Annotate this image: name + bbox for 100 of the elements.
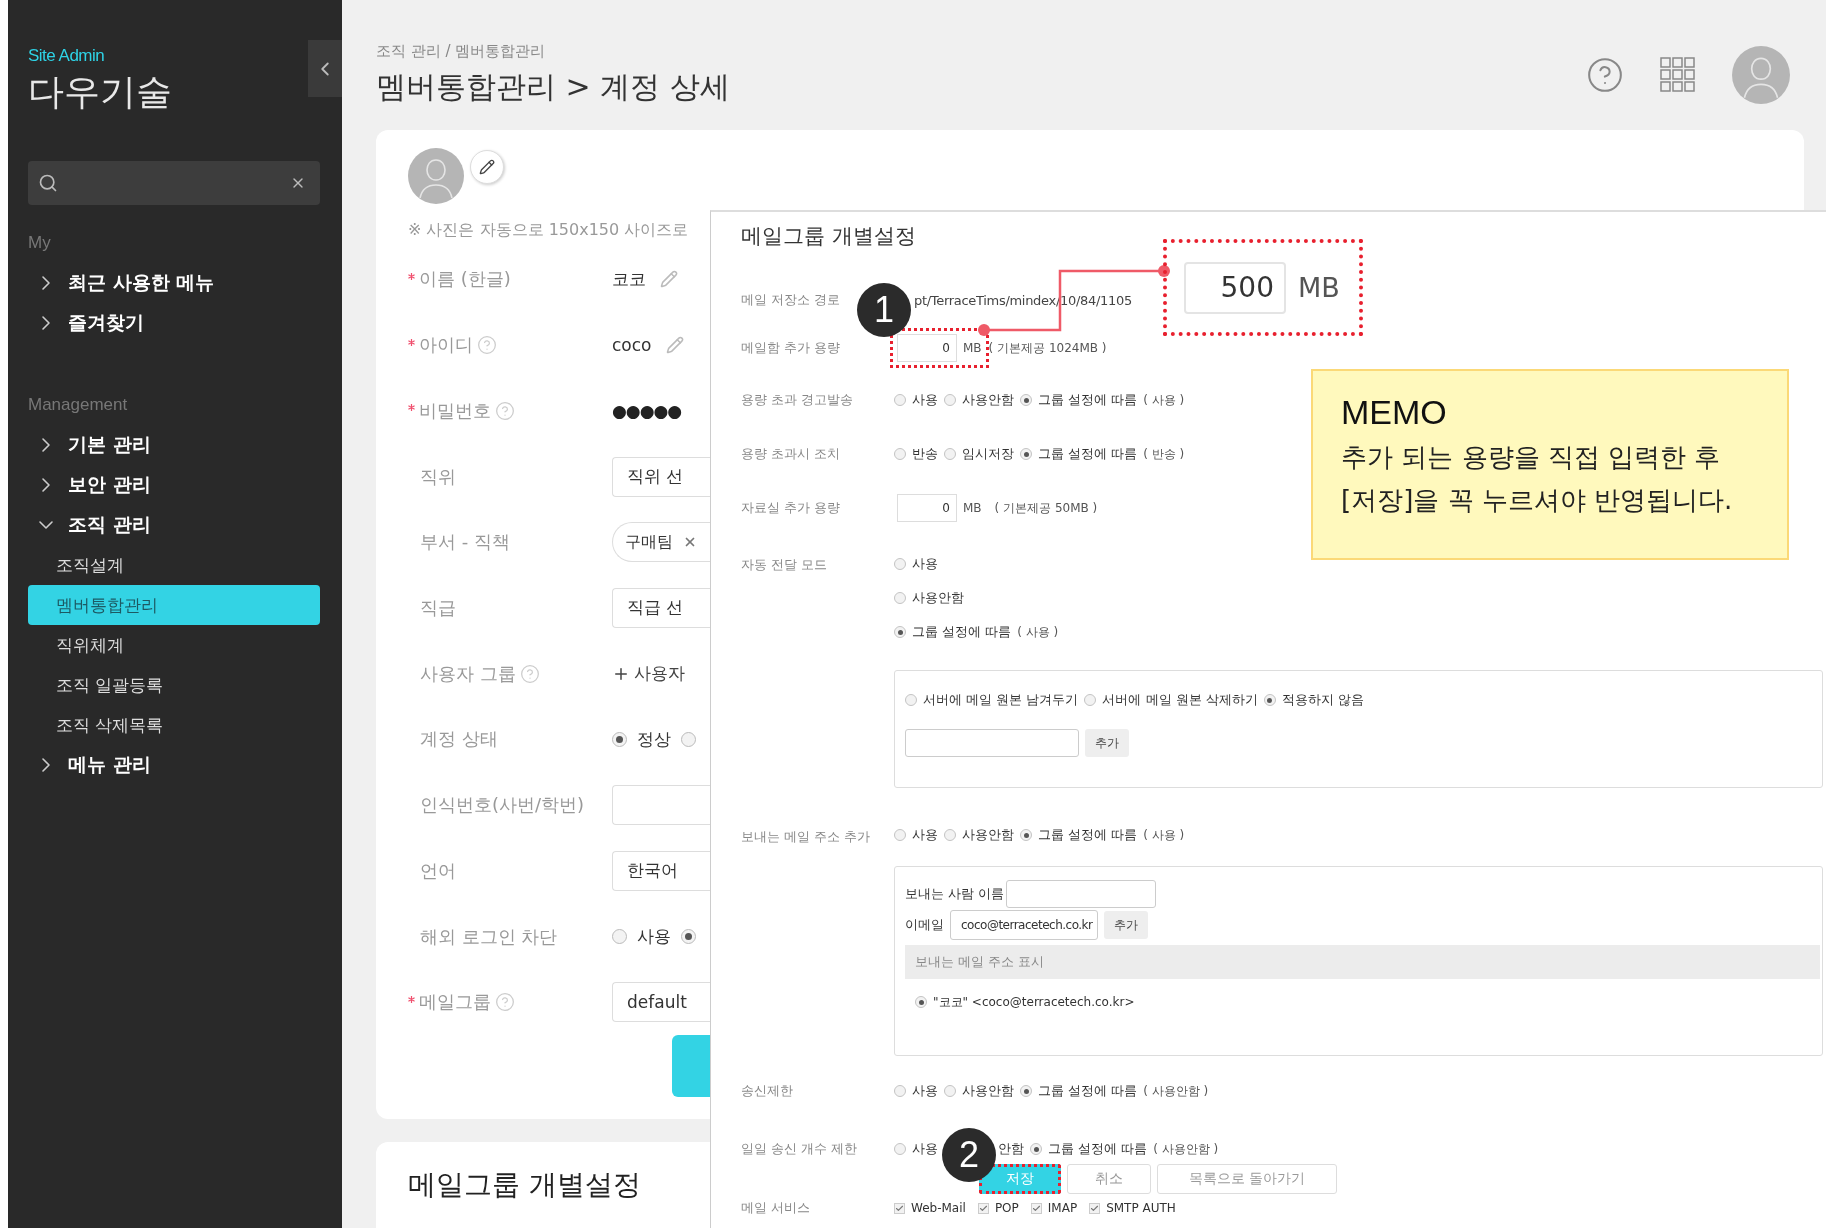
- menu-item[interactable]: 메뉴 관리: [68, 752, 151, 778]
- select-field[interactable]: default: [612, 982, 710, 1023]
- forward-address-input[interactable]: [905, 729, 1079, 757]
- field-value: coco: [612, 335, 652, 356]
- password-dots: ●●●●●: [612, 400, 682, 421]
- radio-button[interactable]: [1020, 1085, 1032, 1097]
- pencil-icon[interactable]: [665, 336, 684, 355]
- quota-input[interactable]: 500: [1184, 261, 1286, 314]
- checkbox[interactable]: [977, 1202, 989, 1214]
- input-field[interactable]: [612, 785, 710, 826]
- add-button[interactable]: 추가: [1085, 729, 1129, 757]
- action-button[interactable]: [672, 1035, 712, 1098]
- quota-input[interactable]: 0: [897, 334, 957, 362]
- option-label: 그룹 설정에 따름: [1038, 445, 1138, 463]
- radio-button[interactable]: [944, 394, 956, 406]
- radio-button[interactable]: [894, 1085, 906, 1097]
- menu-item[interactable]: 보안 관리: [68, 472, 151, 498]
- option-label: 사용: [912, 391, 938, 409]
- radio-button[interactable]: [894, 394, 906, 406]
- checkbox[interactable]: [1030, 1202, 1042, 1214]
- radio-button[interactable]: [681, 731, 696, 747]
- option-label: 사용안함: [962, 391, 1014, 409]
- help-icon[interactable]: [495, 992, 515, 1013]
- radio-button[interactable]: [1020, 829, 1032, 841]
- option-label: 사용: [912, 1082, 938, 1100]
- checkbox[interactable]: [894, 1202, 905, 1214]
- brand-caption: Site Admin: [28, 46, 106, 66]
- select-field[interactable]: 직급 선: [612, 588, 710, 628]
- option-note: ( 사용 ): [1143, 391, 1185, 409]
- option-label: 안함: [998, 1140, 1024, 1158]
- radio-button[interactable]: [1084, 694, 1097, 706]
- option-label: 임시저장: [962, 445, 1014, 463]
- unit-label: MB: [963, 501, 982, 515]
- radio-button[interactable]: [894, 626, 906, 638]
- collapse-button[interactable]: [308, 40, 342, 97]
- select-field[interactable]: 한국어: [612, 850, 710, 891]
- radio-button[interactable]: [894, 1143, 906, 1155]
- radio-button[interactable]: [894, 592, 906, 604]
- radio-button[interactable]: [944, 829, 956, 841]
- radio-button[interactable]: [1020, 394, 1032, 406]
- add-link[interactable]: 사용자: [612, 662, 710, 686]
- submenu-item[interactable]: 멤버통합관리: [28, 585, 320, 625]
- add-button[interactable]: 추가: [1104, 911, 1148, 939]
- quota-note: ( 기본제공 50MB ): [994, 499, 1098, 517]
- brand-name: 다우기술: [28, 70, 172, 114]
- sender-name-label: 보내는 사람 이름: [905, 885, 1005, 903]
- checkbox-label: POP: [994, 1201, 1019, 1215]
- section-title: My: [28, 233, 52, 253]
- checkbox-label: Web-Mail: [911, 1201, 966, 1215]
- search-field[interactable]: [28, 161, 320, 205]
- option-note: ( 사용 ): [1143, 826, 1185, 844]
- help-icon[interactable]: [1586, 56, 1624, 94]
- help-icon[interactable]: [495, 400, 515, 421]
- help-icon[interactable]: [519, 663, 540, 684]
- field-label: 해외 로그인 차단: [419, 924, 559, 949]
- radio-button[interactable]: [1030, 1143, 1042, 1155]
- email-label: 이메일: [905, 916, 944, 934]
- submenu-item[interactable]: 조직설계: [28, 545, 320, 585]
- submenu-item[interactable]: 조직 일괄등록: [28, 665, 320, 705]
- setting-label: 메일함 추가 용량: [741, 339, 842, 357]
- checkbox[interactable]: [1089, 1202, 1101, 1214]
- radio-button[interactable]: [944, 448, 956, 460]
- email-select[interactable]: coco@terracetech.co.kr: [950, 910, 1098, 940]
- radio-button[interactable]: [894, 448, 906, 460]
- quota-input[interactable]: 0: [897, 494, 957, 522]
- radio-button[interactable]: [681, 929, 696, 944]
- search-icon: [38, 173, 58, 193]
- radio-button[interactable]: [905, 694, 917, 706]
- field-value: 코코: [612, 267, 646, 291]
- menu-item[interactable]: 조직 관리: [68, 512, 151, 538]
- menu-item[interactable]: 즐겨찾기: [68, 310, 144, 336]
- sender-address: "코코" <coco@terracetech.co.kr>: [933, 993, 1135, 1011]
- card-title: 메일그룹 개별설정: [408, 1168, 641, 1201]
- radio-button[interactable]: [1020, 448, 1032, 460]
- edit-photo-button[interactable]: [470, 150, 504, 184]
- option-label: 사용: [912, 826, 938, 844]
- submenu-item[interactable]: 직위체계: [28, 625, 320, 665]
- radio-button[interactable]: [612, 731, 627, 747]
- radio-button[interactable]: [612, 929, 627, 944]
- pencil-icon[interactable]: [660, 270, 678, 289]
- option-label: 적용하지 않음: [1281, 691, 1364, 709]
- radio-button[interactable]: [894, 829, 906, 841]
- app-grid-icon[interactable]: [1660, 57, 1696, 93]
- select-field[interactable]: 직위 선: [612, 456, 710, 497]
- memo-text: 추가 되는 용량을 직접 입력한 후: [1341, 441, 1722, 474]
- radio-button[interactable]: [894, 558, 906, 570]
- radio-button[interactable]: [944, 1085, 956, 1097]
- submenu-item[interactable]: 조직 삭제목록: [28, 705, 320, 745]
- radio-button[interactable]: [1263, 694, 1276, 706]
- menu-item[interactable]: 최근 사용한 메뉴: [68, 270, 215, 296]
- option-note: ( 사용안함 ): [1153, 1140, 1219, 1158]
- sender-name-input[interactable]: [1006, 880, 1157, 908]
- setting-label: 자동 전달 모드: [741, 556, 829, 574]
- option-label: 사용: [912, 555, 938, 573]
- help-icon[interactable]: [477, 335, 497, 356]
- field-label: 사용자 그룹: [419, 661, 516, 686]
- radio-button[interactable]: [915, 996, 927, 1008]
- option-label: 사용: [912, 1140, 938, 1158]
- menu-item[interactable]: 기본 관리: [68, 432, 151, 458]
- unit-label: MB: [1298, 272, 1340, 303]
